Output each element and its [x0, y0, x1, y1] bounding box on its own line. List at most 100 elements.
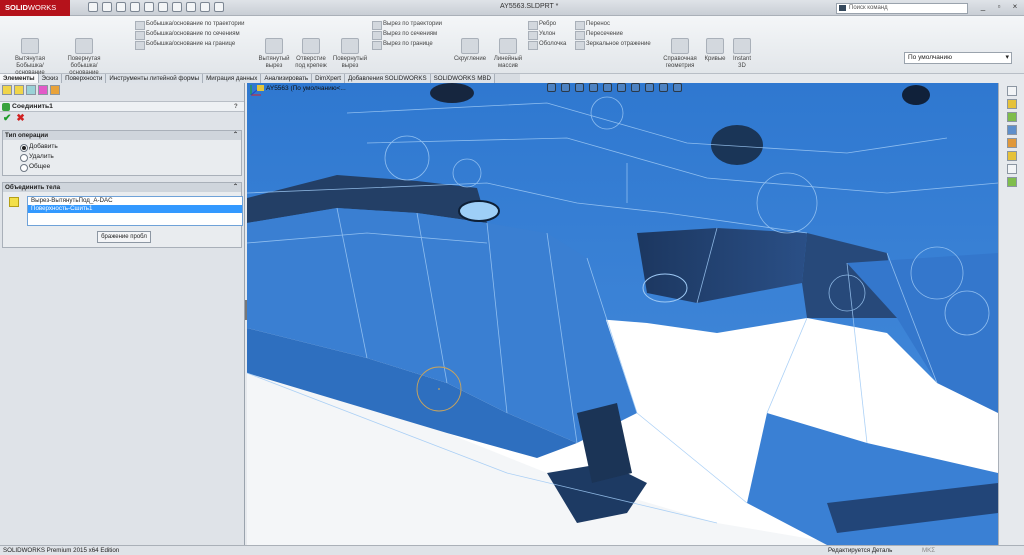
- section-view-icon[interactable]: [589, 83, 598, 92]
- logo-suffix: WORKS: [27, 3, 57, 12]
- operation-type-header[interactable]: Тип операции ⌃: [3, 131, 241, 140]
- view-settings-icon[interactable]: [673, 83, 682, 92]
- command-manager: Вытянутая Бобышка/основание Повернутая б…: [0, 16, 1024, 77]
- close-button[interactable]: ×: [1008, 1, 1022, 13]
- tab-dimxpert[interactable]: DimXpert: [312, 74, 345, 83]
- heads-up-view-toolbar: [547, 83, 682, 92]
- linear-pattern-button[interactable]: Линейный массив: [490, 38, 526, 70]
- property-manager-icon[interactable]: [14, 85, 24, 95]
- tab-addins[interactable]: Добавления SOLIDWORKS: [344, 74, 431, 83]
- lofted-cut-button[interactable]: Вырез по сечениям: [372, 30, 437, 40]
- restore-button[interactable]: ▫: [992, 1, 1006, 13]
- zoom-to-fit-icon[interactable]: [547, 83, 556, 92]
- previous-view-icon[interactable]: [575, 83, 584, 92]
- revolve-cut-button[interactable]: Повернутый вырез: [330, 38, 370, 70]
- intersect-button[interactable]: Пересечение: [575, 30, 623, 40]
- reference-geometry-button[interactable]: Справочная геометрия: [660, 38, 700, 70]
- fillet-button[interactable]: Скругление: [450, 38, 490, 63]
- design-library-icon[interactable]: [1006, 99, 1017, 109]
- lofted-boss-button[interactable]: Бобышка/основание по сечениям: [135, 30, 240, 40]
- show-preview-button[interactable]: бражение пробл: [97, 231, 151, 243]
- feature-title: Соединить1: [12, 103, 53, 110]
- swept-boss-button[interactable]: Бобышка/основание по траектории: [135, 20, 244, 30]
- display-manager-icon[interactable]: [50, 85, 60, 95]
- configuration-manager-icon[interactable]: [26, 85, 36, 95]
- new-document-icon[interactable]: [88, 2, 98, 12]
- draft-button[interactable]: Уклон: [528, 30, 555, 40]
- print-icon[interactable]: [130, 2, 140, 12]
- cancel-button[interactable]: ✖: [16, 114, 24, 124]
- reference-triad-icon: [250, 85, 261, 96]
- revolve-boss-button[interactable]: Повернутая бобышка/основание: [56, 38, 112, 77]
- list-item[interactable]: Вырез-ВытянутьПод_А-DAC: [28, 197, 242, 205]
- mirror-button[interactable]: Зеркальное отражение: [575, 40, 651, 50]
- graphics-viewport[interactable]: AY5563 (По умолчанию<...: [247, 83, 998, 545]
- save-icon[interactable]: [116, 2, 126, 12]
- help-icon[interactable]: ?: [234, 102, 241, 111]
- list-item[interactable]: Поверхность-Сшить1: [28, 205, 242, 213]
- curves-button[interactable]: Кривые: [702, 38, 728, 63]
- tab-surfaces[interactable]: Поверхности: [62, 74, 107, 83]
- bodies-to-combine-group: Объединить тела ⌃ Вырез-ВытянутьПод_А-DA…: [2, 182, 243, 248]
- collapse-icon[interactable]: ⌃: [233, 183, 238, 192]
- wrap-button[interactable]: Перенос: [575, 20, 610, 30]
- radio-add[interactable]: Добавить: [3, 142, 241, 152]
- tab-evaluate[interactable]: Анализировать: [261, 74, 313, 83]
- collapse-icon[interactable]: ⌃: [233, 131, 238, 140]
- shell-button[interactable]: Оболочка: [528, 40, 566, 50]
- minimize-button[interactable]: _: [976, 1, 990, 13]
- radio-subtract[interactable]: Удалить: [3, 152, 241, 162]
- zoom-area-icon[interactable]: [561, 83, 570, 92]
- extrude-cut-button[interactable]: Вытянутый вырез: [256, 38, 292, 70]
- extrude-boss-button[interactable]: Вытянутая Бобышка/основание: [6, 38, 54, 77]
- boundary-cut-button[interactable]: Вырез по границе: [372, 40, 433, 50]
- solidworks-community-icon[interactable]: [1006, 177, 1017, 187]
- bodies-to-combine-title: Объединить тела: [5, 184, 61, 191]
- appearance-icon[interactable]: [645, 83, 654, 92]
- property-manager-panel: Соединить1 ? ✔ ✖ Тип операции ⌃ Добавить…: [0, 83, 245, 545]
- bodies-selection-row: Вырез-ВытянутьПод_А-DAC Поверхность-Сшит…: [5, 195, 243, 229]
- configuration-select[interactable]: По умолчанию: [904, 52, 1012, 64]
- search-commands-input[interactable]: Поиск команд: [836, 3, 968, 14]
- view-palette-icon[interactable]: [1006, 125, 1017, 135]
- tab-features[interactable]: Элементы: [0, 74, 39, 83]
- swept-cut-button[interactable]: Вырез по траектории: [372, 20, 442, 30]
- file-properties-icon[interactable]: [200, 2, 210, 12]
- boundary-boss-button[interactable]: Бобышка/основание на границе: [135, 40, 235, 50]
- feature-tree-icon[interactable]: [2, 85, 12, 95]
- custom-properties-icon[interactable]: [1006, 151, 1017, 161]
- flyout-feature-tree[interactable]: AY5563 (По умолчанию<...: [257, 85, 346, 92]
- scene-icon[interactable]: [659, 83, 668, 92]
- tab-mold-tools[interactable]: Инструменты литейной формы: [106, 74, 204, 83]
- view-orientation-icon[interactable]: [603, 83, 612, 92]
- display-style-icon[interactable]: [617, 83, 626, 92]
- bodies-to-combine-header[interactable]: Объединить тела ⌃: [3, 183, 241, 192]
- solidworks-logo[interactable]: SOLIDWORKS: [0, 0, 70, 16]
- undo-icon[interactable]: [144, 2, 154, 12]
- resources-icon[interactable]: [1006, 86, 1017, 96]
- radio-common[interactable]: Общее: [3, 162, 241, 172]
- model-view[interactable]: [247, 83, 998, 545]
- hole-wizard-button[interactable]: Отверстие под крепеж: [294, 38, 328, 70]
- hide-show-icon[interactable]: [631, 83, 640, 92]
- hole-right-top: [902, 85, 930, 105]
- rebuild-icon[interactable]: [186, 2, 196, 12]
- ok-button[interactable]: ✔: [3, 114, 11, 124]
- forum-icon[interactable]: [1006, 164, 1017, 174]
- tab-mbd[interactable]: SOLIDWORKS MBD: [430, 74, 496, 83]
- rib-button[interactable]: Ребро: [528, 20, 556, 30]
- sketch-center-point: [438, 388, 440, 390]
- tab-sketch[interactable]: Эскиз: [38, 74, 63, 83]
- tab-data-migration[interactable]: Миграция данных: [203, 74, 262, 83]
- units-indicator[interactable]: ΜΚΣ: [922, 546, 935, 555]
- appearances-icon[interactable]: [1006, 138, 1017, 148]
- select-icon[interactable]: [172, 2, 182, 12]
- redo-icon[interactable]: [158, 2, 168, 12]
- bodies-selection-list[interactable]: Вырез-ВытянутьПод_А-DAC Поверхность-Сшит…: [27, 196, 243, 226]
- instant3d-button[interactable]: Instant 3D: [730, 38, 754, 70]
- dimxpert-manager-icon[interactable]: [38, 85, 48, 95]
- open-icon[interactable]: [102, 2, 112, 12]
- file-explorer-icon[interactable]: [1006, 112, 1017, 122]
- editing-status: Редактируется Деталь: [828, 547, 893, 554]
- options-icon[interactable]: [214, 2, 224, 12]
